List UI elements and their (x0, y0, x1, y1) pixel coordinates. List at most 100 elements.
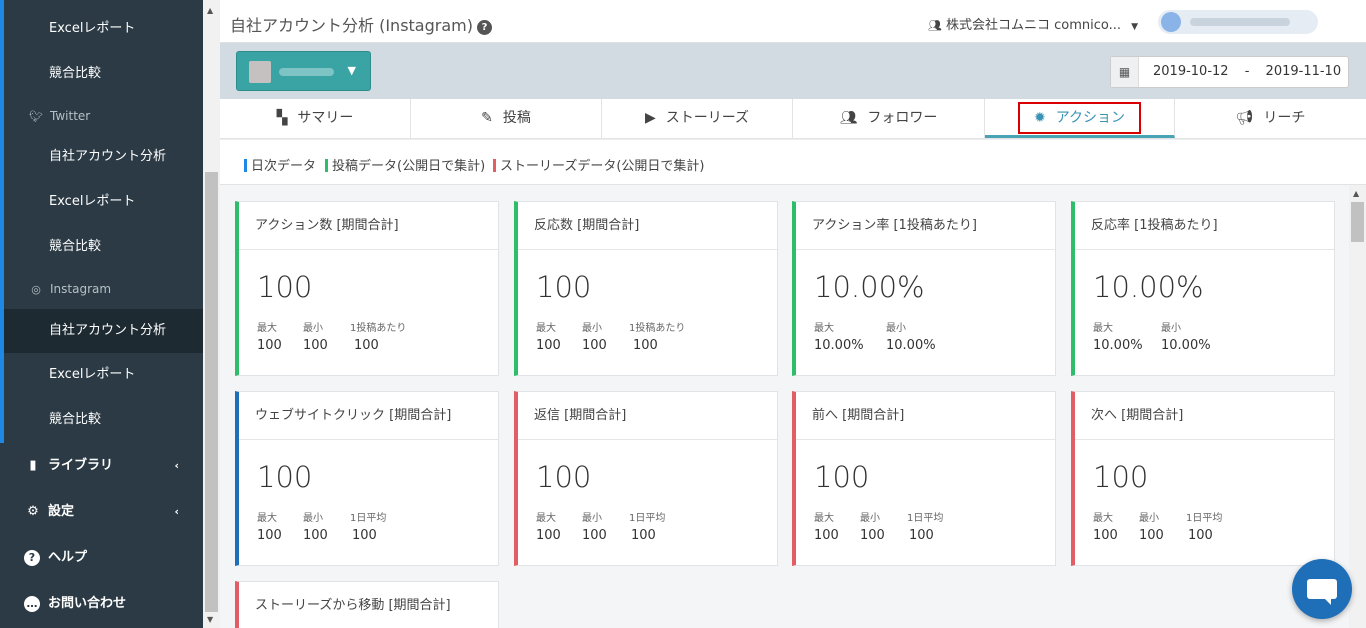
stat-daily-avg-label: 1日平均 (907, 513, 944, 524)
sidebar-scrollbar[interactable]: ▲ ▼ (203, 0, 220, 628)
sidebar-item-contact[interactable]: … お問い合わせ (0, 581, 203, 627)
post-icon: ✎ (481, 110, 493, 126)
help-circle-icon: ? (24, 549, 40, 566)
tab-followers-label: フォロワー (867, 110, 938, 126)
scroll-up-arrow-icon[interactable]: ▲ (207, 6, 213, 15)
metric-card-value: 10.00% (1093, 270, 1204, 304)
stat-per-post-value: 100 (633, 338, 658, 353)
stat-min: 最小 100 (1139, 509, 1164, 543)
tab-summary[interactable]: ▚ サマリー (220, 99, 411, 138)
company-selector[interactable]: 👥︎ 株式会社コムニコ comnico... ▼ (928, 14, 1138, 33)
user-name-blurred (1190, 18, 1290, 26)
group-icon: 👥︎ (928, 19, 942, 32)
tab-stories-label: ストーリーズ (665, 110, 750, 126)
tab-posts[interactable]: ✎ 投稿 (411, 99, 602, 138)
date-range-picker[interactable]: ▦ 2019-10-12 - 2019-11-10 (1110, 56, 1349, 88)
sidebar-item-twitter-own-analysis[interactable]: 自社アカウント分析 (4, 135, 203, 179)
stat-max-label: 最大 (257, 513, 277, 524)
tab-reach-label: リーチ (1263, 110, 1306, 126)
stat-min-value: 100 (303, 338, 328, 353)
stat-per-post: 1投稿あたり 100 (629, 319, 685, 353)
metrics-grid: アクション数 [期間合計] 100 最大 100 最小 100 1投稿あたり 100 … (220, 185, 1349, 628)
sidebar-item-help[interactable]: ? ヘルプ (0, 535, 203, 581)
metric-card-value: 100 (1093, 460, 1149, 494)
user-menu[interactable] (1158, 10, 1318, 34)
sidebar-scrollbar-thumb[interactable] (205, 172, 218, 612)
stat-max-value: 100 (536, 528, 561, 543)
sidebar-item-instagram-excel-report[interactable]: Excelレポート (4, 353, 203, 397)
sidebar-section-twitter-label: Twitter (50, 109, 91, 123)
company-name: 株式会社コムニコ comnico... (945, 18, 1121, 33)
tab-action-highlight: ✹ アクション (1017, 102, 1142, 134)
tab-followers[interactable]: 👥︎ フォロワー (793, 99, 985, 138)
chat-support-button[interactable] (1292, 559, 1352, 619)
stat-min-label: 最小 (886, 323, 906, 334)
metric-card-title: 次へ [期間合計] (1075, 392, 1334, 440)
stat-daily-avg: 1日平均 100 (1186, 509, 1222, 543)
metric-card-value: 100 (257, 270, 313, 304)
scroll-down-arrow-icon[interactable]: ▼ (207, 615, 213, 624)
legend-post-swatch (325, 159, 328, 172)
stat-min-label: 最小 (303, 323, 323, 334)
sidebar-item-instagram-competitor[interactable]: 競合比較 (4, 398, 203, 442)
chevron-left-icon: ‹ (174, 459, 179, 472)
stat-min-label: 最小 (582, 513, 602, 524)
stat-min-value: 100 (582, 338, 607, 353)
stat-daily-avg: 1日平均 100 (350, 509, 386, 543)
stat-max: 最大 100 (1093, 509, 1118, 543)
tab-reach[interactable]: 📢︎ リーチ (1175, 99, 1366, 138)
sidebar: Excelレポート 競合比較 🐦︎ Twitter 自社アカウント分析 Excel… (0, 0, 203, 628)
account-select-button[interactable]: ▼ (236, 51, 371, 91)
stat-daily-avg: 1日平均 100 (629, 509, 665, 543)
content-scrollbar-thumb[interactable] (1351, 202, 1364, 242)
stat-max-value: 10.00% (814, 338, 864, 353)
sidebar-item-twitter-excel-report[interactable]: Excelレポート (4, 180, 203, 224)
stat-min: 最小 100 (303, 319, 328, 353)
play-icon: ▶ (644, 110, 656, 126)
stat-per-post-label: 1投稿あたり (350, 323, 407, 334)
sidebar-item-twitter-competitor[interactable]: 競合比較 (4, 225, 203, 269)
calendar-icon: ▦ (1111, 57, 1139, 87)
sidebar-section-instagram: ◎ Instagram (4, 269, 203, 309)
dashboard-icon: ▚ (276, 110, 288, 126)
legend-post: 投稿データ(公開日で集計) (325, 155, 485, 174)
metric-card-website-clicks: ウェブサイトクリック [期間合計] 100 最大 100 最小 100 1日平均 10… (235, 391, 499, 566)
sidebar-item-instagram-own-analysis[interactable]: 自社アカウント分析 (4, 309, 203, 353)
tab-summary-label: サマリー (297, 110, 354, 126)
sidebar-item-settings-label: 設定 (48, 504, 75, 519)
sidebar-item-settings[interactable]: ⚙ 設定 ‹ (0, 489, 203, 535)
sidebar-item-competitor-top[interactable]: 競合比較 (4, 52, 203, 96)
stat-max: 最大 100 (257, 319, 282, 353)
metric-card-replies: 返信 [期間合計] 100 最大 100 最小 100 1日平均 100 (514, 391, 778, 566)
metric-card-value: 100 (536, 460, 592, 494)
legend-stories-label: ストーリーズデータ(公開日で集計) (500, 159, 705, 174)
metric-card-title: 返信 [期間合計] (518, 392, 777, 440)
metric-card-value: 100 (536, 270, 592, 304)
stat-min-value: 100 (1139, 528, 1164, 543)
stat-max: 最大 10.00% (814, 319, 864, 353)
stat-max-value: 10.00% (1093, 338, 1143, 353)
legend-stories-swatch (493, 159, 496, 172)
stat-daily-avg-value: 100 (352, 528, 377, 543)
sidebar-item-library[interactable]: ▮ ライブラリ ‹ (0, 443, 203, 489)
help-icon[interactable]: ? (476, 20, 492, 35)
metric-card-title: ウェブサイトクリック [期間合計] (239, 392, 498, 440)
people-icon: 👥︎ (839, 110, 858, 126)
stat-max-label: 最大 (814, 323, 834, 334)
legend-daily: 日次データ (244, 155, 316, 174)
stat-min: 最小 10.00% (1161, 319, 1211, 353)
stat-max-label: 最大 (536, 323, 556, 334)
content-scrollbar[interactable]: ▲ (1349, 185, 1366, 628)
metric-card-reaction-rate: 反応率 [1投稿あたり] 10.00% 最大 10.00% 最小 10.00% (1071, 201, 1335, 376)
chevron-left-icon: ‹ (174, 505, 179, 518)
stat-max-value: 100 (257, 338, 282, 353)
sidebar-section-twitter: 🐦︎ Twitter (4, 96, 203, 136)
stat-min-label: 最小 (303, 513, 323, 524)
tab-stories[interactable]: ▶ ストーリーズ (602, 99, 793, 138)
scroll-up-arrow-icon[interactable]: ▲ (1353, 189, 1359, 198)
stat-min-value: 100 (860, 528, 885, 543)
sidebar-item-excel-report-top[interactable]: Excelレポート (4, 7, 203, 51)
date-from: 2019-10-12 (1153, 64, 1229, 79)
stat-max-value: 100 (536, 338, 561, 353)
tab-action[interactable]: ✹ アクション (985, 99, 1175, 138)
